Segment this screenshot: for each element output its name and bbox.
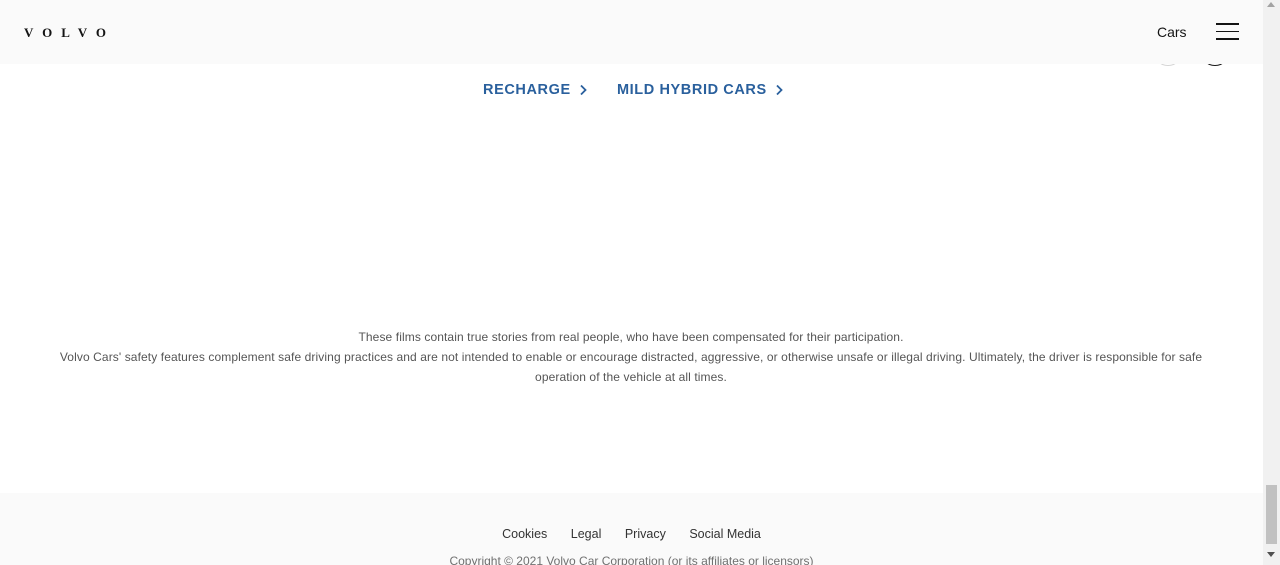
footer-link-privacy[interactable]: Privacy bbox=[625, 527, 666, 541]
footer-link-cookies[interactable]: Cookies bbox=[502, 527, 547, 541]
chevron-right-icon bbox=[776, 84, 783, 96]
site-header: VOLVO Cars bbox=[0, 0, 1263, 64]
footer-link-legal[interactable]: Legal bbox=[571, 527, 602, 541]
copyright-text: Copyright © 2021 Volvo Car Corporation (… bbox=[449, 554, 814, 565]
footer-link-social-media[interactable]: Social Media bbox=[689, 527, 761, 541]
cars-menu-link[interactable]: Cars bbox=[1157, 24, 1187, 40]
scroll-thumb[interactable] bbox=[1266, 485, 1277, 544]
recharge-link-label: RECHARGE bbox=[483, 82, 571, 98]
volvo-logo[interactable]: VOLVO bbox=[24, 25, 115, 41]
page: VOLVO Cars RECHARGE MILD HYBRID CARS The… bbox=[0, 0, 1263, 565]
chevron-right-icon bbox=[580, 84, 587, 96]
disclaimer-text: These films contain true stories from re… bbox=[36, 327, 1226, 387]
disclaimer-line-safety: Volvo Cars' safety features complement s… bbox=[59, 350, 1203, 384]
mild-hybrid-link-label: MILD HYBRID CARS bbox=[617, 82, 767, 98]
mild-hybrid-cars-link[interactable]: MILD HYBRID CARS bbox=[617, 82, 784, 98]
site-footer: Cookies Legal Privacy Social Media Copyr… bbox=[0, 493, 1263, 565]
footer-links: Cookies Legal Privacy Social Media bbox=[0, 527, 1263, 541]
disclaimer-line-compensation: These films contain true stories from re… bbox=[358, 330, 904, 344]
hamburger-menu-icon[interactable] bbox=[1216, 23, 1239, 40]
scroll-up-arrow-icon[interactable] bbox=[1267, 2, 1275, 7]
vertical-scrollbar[interactable] bbox=[1263, 0, 1280, 565]
scroll-down-arrow-icon[interactable] bbox=[1267, 552, 1275, 557]
recharge-link[interactable]: RECHARGE bbox=[483, 82, 588, 98]
category-links: RECHARGE MILD HYBRID CARS bbox=[0, 82, 1263, 102]
